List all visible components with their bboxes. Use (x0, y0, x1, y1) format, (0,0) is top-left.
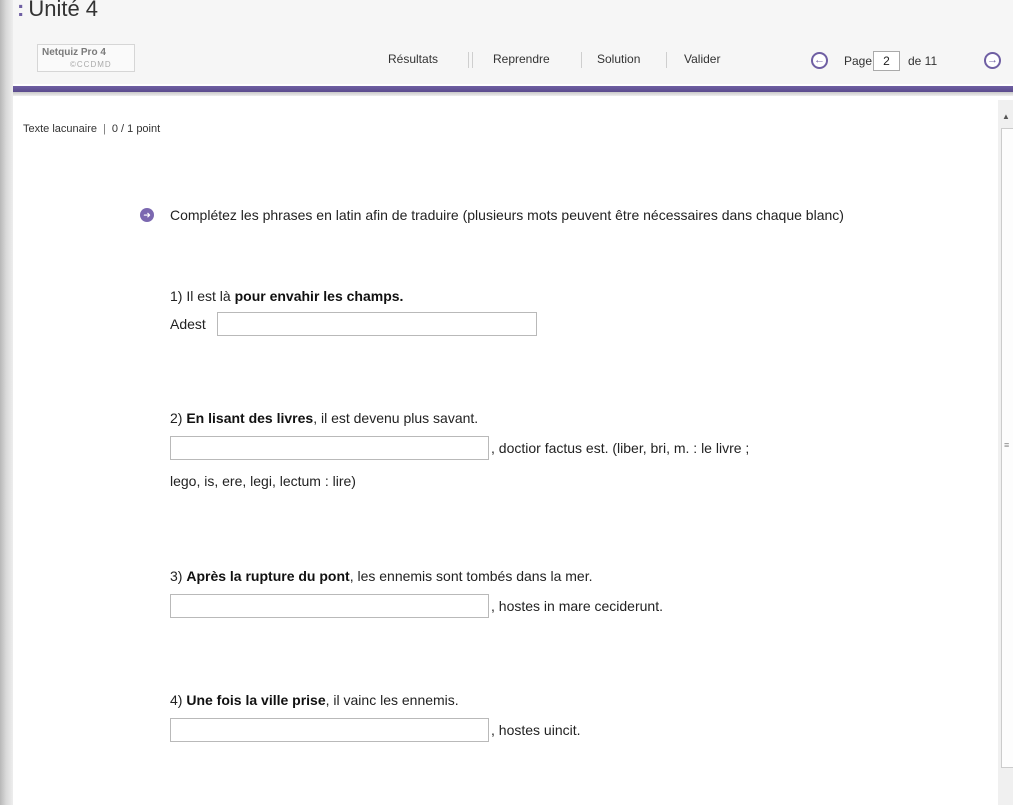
page-label: Page (844, 54, 873, 68)
results-button[interactable]: Résultats (388, 52, 438, 66)
next-page-button[interactable]: → (984, 52, 1001, 69)
unit-title-text: Unité 4 (28, 0, 99, 21)
answer-2-input[interactable] (170, 436, 489, 460)
question-highlight: Une fois la ville prise (186, 692, 326, 708)
question-number: 4) (170, 692, 183, 708)
question-highlight: En lisant des livres (186, 410, 314, 426)
quiz-window: : Unité 4 Netquiz Pro 4 ©CCDMD Résultats … (0, 0, 1013, 805)
header: : Unité 4 Netquiz Pro 4 ©CCDMD (13, 0, 1013, 84)
resume-button[interactable]: Reprendre (493, 52, 550, 66)
toolbar-separator (468, 52, 469, 68)
question-text: Il est là (186, 288, 231, 304)
question-highlight: pour envahir les champs. (234, 288, 404, 304)
unit-title: : Unité 4 (17, 0, 98, 22)
answer-2-hint: lego, is, ere, legi, lectum : lire) (170, 473, 356, 489)
breadcrumb-separator: | (103, 123, 106, 135)
question-number: 2) (170, 410, 183, 426)
arrow-right-circle-icon: → (987, 54, 998, 66)
answer-3-suffix: , hostes in mare ceciderunt. (491, 598, 663, 614)
answer-2-suffix: , doctior factus est. (liber, bri, m. : … (491, 440, 750, 456)
breadcrumb: Texte lacunaire | 0 / 1 point (23, 123, 160, 135)
question-3-text: 3) Après la rupture du pont, les ennemis… (170, 568, 592, 584)
question-1-text: 1) Il est là pour envahir les champs. (170, 288, 403, 304)
toolbar-separator (666, 52, 667, 68)
question-score: 0 / 1 point (111, 123, 161, 135)
question-2-text: 2) En lisant des livres, il est devenu p… (170, 410, 478, 426)
arrow-right-bullet-icon: ➜ (140, 208, 154, 222)
answer-1-prefix: Adest (170, 316, 206, 332)
answer-4-input[interactable] (170, 718, 489, 742)
scroll-up-arrow-icon[interactable]: ▲ (1002, 112, 1010, 121)
title-marker: : (17, 0, 25, 21)
question-text: , il est devenu plus savant. (313, 410, 479, 426)
answer-3-input[interactable] (170, 594, 489, 618)
answer-1-input[interactable] (217, 312, 537, 336)
logo-name: Netquiz Pro 4 (42, 47, 106, 58)
question-number: 1) (170, 288, 183, 304)
question-number: 3) (170, 568, 183, 584)
toolbar-separator (581, 52, 582, 68)
scroll-grip-icon: ≡ (1004, 440, 1010, 450)
toolbar-separator (472, 52, 473, 68)
logo-publisher: ©CCDMD (70, 60, 112, 69)
question-4-text: 4) Une fois la ville prise, il vainc les… (170, 692, 459, 708)
window-edge (0, 0, 13, 805)
page-total: de 11 (908, 54, 938, 68)
question-highlight: Après la rupture du pont (186, 568, 350, 584)
question-type: Texte lacunaire (23, 123, 97, 135)
question-instructions: Complétez les phrases en latin afin de t… (170, 207, 844, 223)
question-text: , les ennemis sont tombés dans la mer. (349, 568, 593, 584)
header-shadow (13, 92, 1013, 96)
page-number-input[interactable]: 2 (873, 51, 900, 71)
solution-button[interactable]: Solution (597, 52, 640, 66)
netquiz-logo: Netquiz Pro 4 ©CCDMD (37, 44, 135, 72)
arrow-left-circle-icon: ← (814, 54, 825, 66)
question-text: , il vainc les ennemis. (325, 692, 459, 708)
validate-button[interactable]: Valider (684, 52, 720, 66)
answer-4-suffix: , hostes uincit. (491, 722, 581, 738)
previous-page-button[interactable]: ← (811, 52, 828, 69)
